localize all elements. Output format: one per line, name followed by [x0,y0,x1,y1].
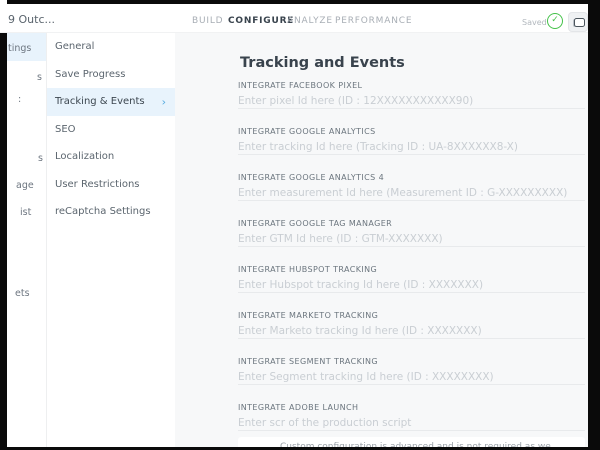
field-input[interactable] [238,369,585,385]
field-input[interactable] [238,231,585,247]
sidebar-item-fragment[interactable]: ist [20,207,31,218]
frame-bar-top [7,0,600,4]
nav-tab-build[interactable]: BUILD [192,16,223,26]
field-integrate-marketo-tracking: INTEGRATE MARKETO TRACKING [238,311,585,339]
field-label: INTEGRATE FACEBOOK PIXEL [238,81,585,90]
field-input[interactable] [238,139,585,155]
field-integrate-facebook-pixel: INTEGRATE FACEBOOK PIXEL [238,81,585,109]
check-circle-icon: ✓ [547,13,563,29]
sidebar-item-general[interactable]: General [47,33,175,61]
sidebar-item-label: reCaptcha Settings [55,206,151,217]
top-header: 9 Outc... Saved ✓ BUILD CONFIGUREANALYZEP… [0,4,588,33]
field-label: INTEGRATE GOOGLE ANALYTICS [238,127,585,136]
field-label: INTEGRATE MARKETO TRACKING [238,311,585,320]
field-label: INTEGRATE HUBSPOT TRACKING [238,265,585,274]
sidebar-item-seo[interactable]: SEO [47,116,175,144]
sidebar-item-recaptcha-settings[interactable]: reCaptcha Settings [47,198,175,226]
nav-tab-performance[interactable]: PERFORMANCE [335,16,412,26]
field-input[interactable] [238,277,585,293]
field-input[interactable] [238,93,585,109]
sidebar-item-fragment[interactable]: tings [8,43,31,54]
main-content: Tracking and Events INTEGRATE FACEBOOK P… [175,33,588,447]
field-label: INTEGRATE GOOGLE ANALYTICS 4 [238,173,585,182]
sidebar-item-fragment[interactable]: age [16,180,34,191]
field-integrate-hubspot-tracking: INTEGRATE HUBSPOT TRACKING [238,265,585,293]
primary-sidebar: tings s: s age ist ets [7,33,47,447]
field-integrate-segment-tracking: INTEGRATE SEGMENT TRACKING [238,357,585,385]
sidebar-item-label: Tracking & Events [55,96,145,107]
frame-bar-left [0,33,7,450]
field-input[interactable] [238,185,585,201]
field-integrate-adobe-launch: INTEGRATE ADOBE LAUNCH [238,403,585,431]
sidebar-item-label: Save Progress [55,69,125,80]
field-integrate-google-tag-manager: INTEGRATE GOOGLE TAG MANAGER [238,219,585,247]
frame-bar-right [588,0,600,450]
sidebar-item-label: General [55,41,94,52]
nav-tab-configure[interactable]: CONFIGURE [228,16,294,26]
sidebar-item-save-progress[interactable]: Save Progress [47,61,175,89]
sidebar-item-tracking-events[interactable]: Tracking & Events › [47,88,175,116]
sidebar-item-localization[interactable]: Localization [47,143,175,171]
sidebar-item-label: SEO [55,124,76,135]
field-input[interactable] [238,323,585,339]
chevron-right-icon: › [162,95,166,108]
sidebar-item-fragment[interactable]: s [38,153,43,164]
field-label: INTEGRATE SEGMENT TRACKING [238,357,585,366]
page-title: Tracking and Events [240,55,405,71]
nav-tab-analyze[interactable]: ANALYZE [287,16,333,26]
sidebar-item-fragment[interactable]: s [37,72,42,83]
sidebar-item-fragment[interactable]: : [18,94,21,105]
field-integrate-google-analytics-4: INTEGRATE GOOGLE ANALYTICS 4 [238,173,585,201]
device-preview-button[interactable] [568,12,588,32]
field-input[interactable] [238,415,585,431]
sidebar-item-user-restrictions[interactable]: User Restrictions [47,171,175,199]
field-integrate-google-analytics: INTEGRATE GOOGLE ANALYTICS [238,127,585,155]
sidebar-item-fragment[interactable]: ets [15,288,30,299]
sidebar-item-label: User Restrictions [55,179,140,190]
app-title: 9 Outc... [8,13,55,26]
field-label: INTEGRATE GOOGLE TAG MANAGER [238,219,585,228]
field-label: INTEGRATE ADOBE LAUNCH [238,403,585,412]
settings-sidebar: General Save Progress Tracking & Events › SE… [47,33,175,447]
device-preview-icon [573,18,585,27]
sidebar-item-label: Localization [55,151,114,162]
saved-status: Saved [522,18,547,27]
